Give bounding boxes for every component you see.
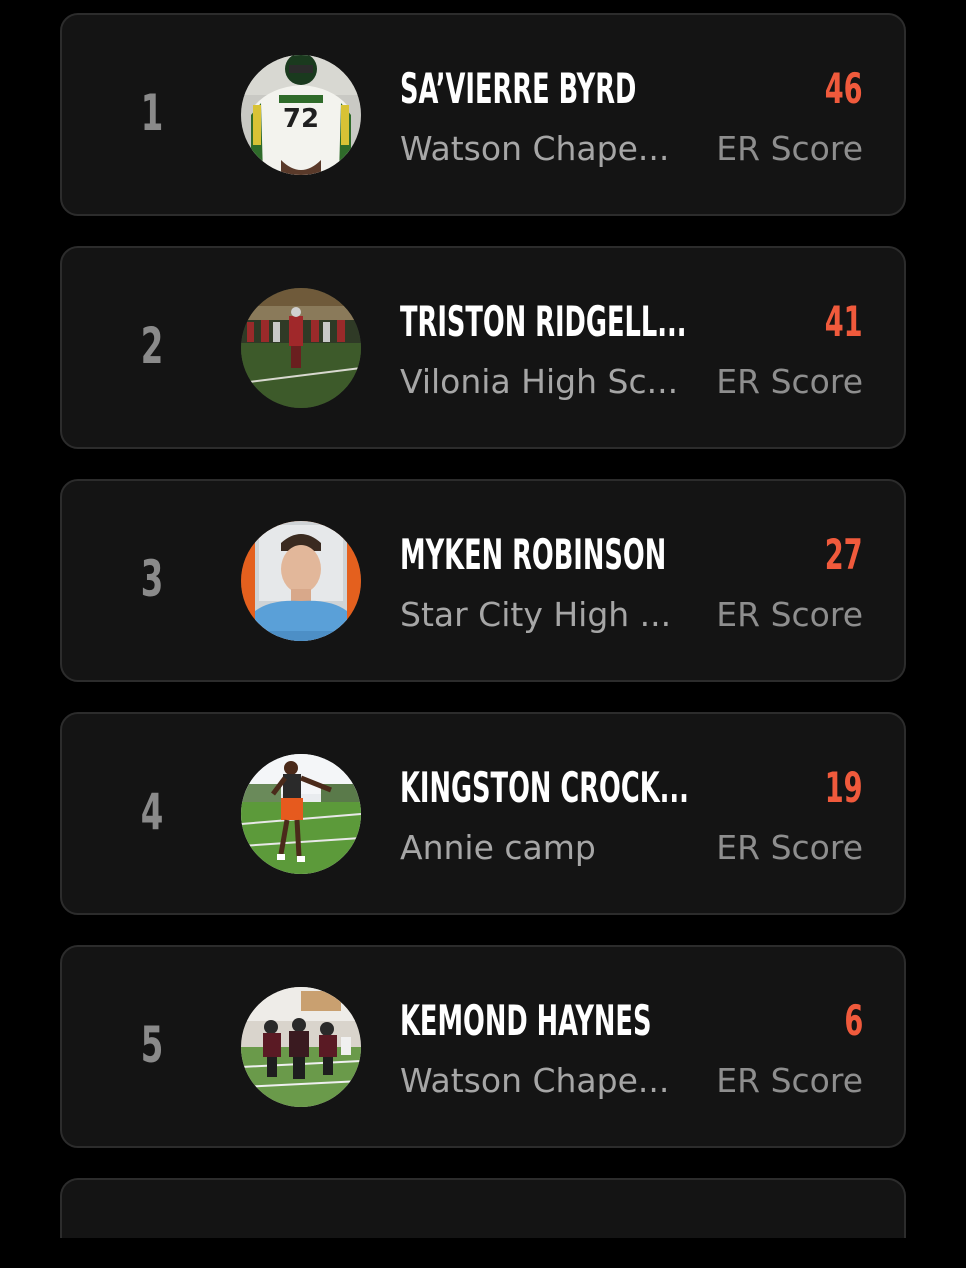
leaderboard-card[interactable]: 1 72 SA’VIERRE BYRD Watson Chape... 46 E… [60, 13, 906, 216]
avatar-image-icon: 72 [241, 55, 361, 175]
leaderboard-card-partial[interactable] [60, 1178, 906, 1238]
player-name: SA’VIERRE BYRD [400, 64, 637, 113]
player-school: Annie camp [400, 828, 596, 867]
player-avatar[interactable]: 72 [241, 55, 361, 175]
er-score-value: 41 [825, 297, 863, 346]
player-avatar[interactable] [241, 521, 361, 641]
player-school: Vilonia High Sc... [400, 362, 679, 401]
leaderboard-list: 1 72 SA’VIERRE BYRD Watson Chape... 46 E… [60, 13, 906, 1268]
avatar-image-icon [241, 521, 361, 641]
player-name: KEMOND HAYNES [400, 996, 652, 1045]
player-avatar[interactable] [241, 987, 361, 1107]
leaderboard-card[interactable]: 3 MYKEN ROBINSON Star City High ... 27 E… [60, 479, 906, 682]
er-score-label: ER Score [716, 828, 863, 867]
er-score-value: 19 [825, 763, 863, 812]
player-name: MYKEN ROBINSON [400, 530, 667, 579]
player-name: TRISTON RIDGELL... [400, 297, 687, 346]
er-score-label: ER Score [716, 129, 863, 168]
rank-number: 5 [140, 1016, 164, 1074]
er-score-label: ER Score [716, 595, 863, 634]
player-school: Watson Chape... [400, 1061, 670, 1100]
avatar-image-icon [241, 754, 361, 874]
leaderboard-card[interactable]: 2 TRISTON RIDGELL... Vilonia High Sc... [60, 246, 906, 449]
svg-text:72: 72 [283, 104, 319, 134]
er-score-value: 46 [825, 64, 863, 113]
avatar-image-icon [241, 987, 361, 1107]
player-school: Star City High ... [400, 595, 672, 634]
rank-number: 2 [140, 317, 164, 375]
rank-number: 1 [140, 84, 164, 142]
er-score-label: ER Score [716, 362, 863, 401]
leaderboard-card[interactable]: 4 KINGSTON CROCK... Annie camp 19 ER Sco… [60, 712, 906, 915]
player-avatar[interactable] [241, 754, 361, 874]
er-score-label: ER Score [716, 1061, 863, 1100]
player-avatar[interactable] [241, 288, 361, 408]
leaderboard-card[interactable]: 5 KEMOND HAYNES Watson Chape... 6 ER Sco… [60, 945, 906, 1148]
player-school: Watson Chape... [400, 129, 670, 168]
rank-number: 3 [140, 550, 164, 608]
player-name: KINGSTON CROCK... [400, 763, 689, 812]
rank-number: 4 [140, 783, 164, 841]
er-score-value: 6 [844, 996, 863, 1045]
avatar-image-icon [241, 288, 361, 408]
er-score-value: 27 [825, 530, 863, 579]
